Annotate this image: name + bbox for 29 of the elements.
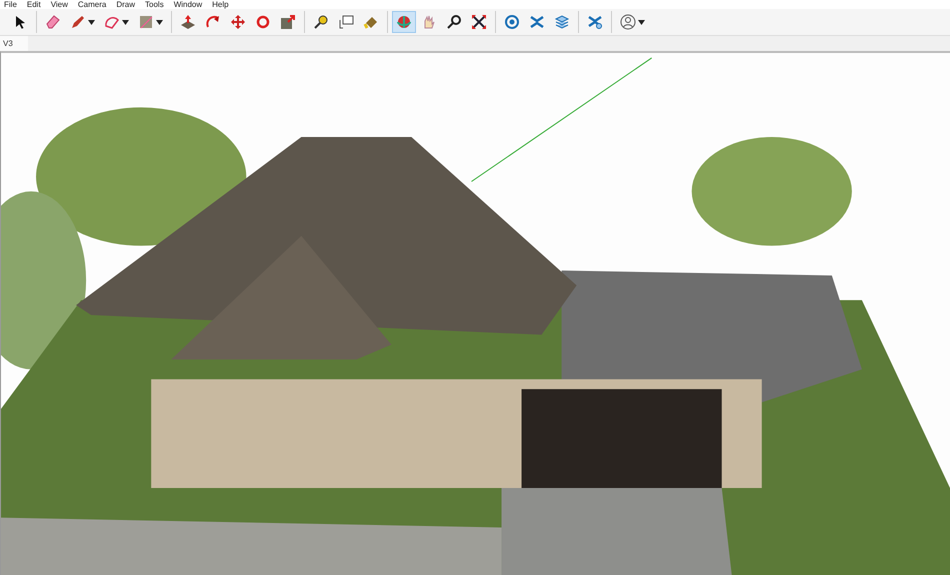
eraser-icon	[45, 14, 61, 30]
user-icon	[620, 14, 636, 30]
zoom-extents-icon	[471, 14, 487, 30]
arc-icon	[104, 14, 120, 30]
move-icon	[230, 14, 246, 30]
rectangle-icon	[138, 14, 154, 30]
menu-item[interactable]: Draw	[116, 0, 136, 9]
caret-icon	[156, 20, 163, 24]
label-icon	[338, 14, 354, 30]
search-icon	[446, 14, 462, 30]
tape-measure-icon	[313, 14, 329, 30]
menu-item[interactable]: Window	[174, 0, 202, 9]
pencil-icon	[70, 14, 86, 30]
menu-item[interactable]: Edit	[26, 0, 41, 9]
menu-item[interactable]: Tools	[145, 0, 164, 9]
menu-item[interactable]: Camera	[78, 0, 106, 9]
orbit-icon	[396, 14, 412, 30]
menu-item[interactable]: File	[4, 0, 17, 9]
push-pull-icon	[180, 14, 196, 30]
caret-icon	[638, 20, 645, 24]
paint-bucket-icon	[363, 14, 379, 30]
caret-icon	[122, 20, 129, 24]
scene-tab[interactable]: V3	[0, 36, 28, 51]
caret-icon	[88, 20, 95, 24]
menu-item[interactable]: Help	[212, 0, 229, 9]
stack-icon	[554, 14, 570, 30]
follow-me-icon	[205, 14, 221, 30]
menu-item[interactable]: View	[50, 0, 68, 9]
scale-icon	[280, 14, 296, 30]
